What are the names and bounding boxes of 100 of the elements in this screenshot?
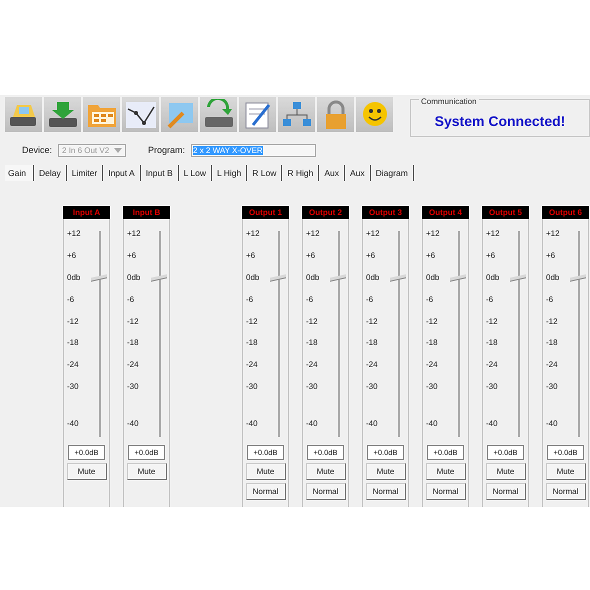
scale-label: -12 xyxy=(366,316,379,328)
mute-button[interactable]: Mute xyxy=(426,463,466,480)
scale-label: -40 xyxy=(546,419,559,430)
scale-label: +6 xyxy=(366,250,376,262)
scale-label: -6 xyxy=(486,294,494,306)
device-label: Device: xyxy=(22,145,52,155)
scale-label: 0db xyxy=(546,272,560,284)
tab[interactable]: Input B xyxy=(140,165,179,181)
scale-label: -18 xyxy=(486,338,499,350)
scale-label: +12 xyxy=(127,229,142,240)
scale-label: 0db xyxy=(366,272,380,284)
scale-label: -12 xyxy=(246,316,259,328)
channel-header: Output 4 xyxy=(422,206,469,219)
scale-label: -6 xyxy=(127,294,136,306)
mute-button[interactable]: Mute xyxy=(246,463,286,480)
mute-button[interactable]: Mute xyxy=(366,463,406,480)
scale-label: +12 xyxy=(246,229,261,240)
scale-label: -40 xyxy=(306,419,319,430)
mute-button[interactable]: Mute xyxy=(546,463,586,480)
tab[interactable]: Gain xyxy=(5,165,34,181)
tab[interactable]: Input A xyxy=(103,165,141,181)
scale-label: 0db xyxy=(426,272,440,284)
scale-label: -30 xyxy=(306,382,319,394)
scale-label: -30 xyxy=(127,382,140,394)
group-title: Communication xyxy=(419,97,479,106)
scale-label: -40 xyxy=(366,419,379,430)
mute-button[interactable]: Mute xyxy=(66,463,106,480)
channel-header: Output 5 xyxy=(482,206,529,219)
tab[interactable]: Limiter xyxy=(66,165,104,181)
fader-thumb[interactable] xyxy=(270,274,286,282)
scale-label: -6 xyxy=(67,294,76,306)
scale-label: -6 xyxy=(546,294,554,306)
connection-status: System Connected! xyxy=(434,113,566,129)
scale-label: -18 xyxy=(127,338,140,350)
scale-label: -30 xyxy=(67,382,80,394)
tab[interactable]: Diagram xyxy=(370,165,414,181)
folder-drive-icon[interactable] xyxy=(5,97,42,132)
tab[interactable]: L High xyxy=(212,165,248,181)
scale-label: +6 xyxy=(127,250,138,262)
fader-thumb[interactable] xyxy=(330,274,346,282)
program-label: Program: xyxy=(148,145,186,155)
tab[interactable]: Aux xyxy=(345,165,371,181)
channel-header: Output 1 xyxy=(242,206,289,219)
scale-label: +6 xyxy=(246,250,256,262)
scale-label: -18 xyxy=(246,338,259,350)
tab[interactable]: R Low xyxy=(247,165,282,181)
scale-label: +12 xyxy=(67,229,82,240)
fader-thumb[interactable] xyxy=(390,274,406,282)
smiley-icon[interactable] xyxy=(356,97,393,132)
scale-label: -30 xyxy=(366,382,379,394)
scale-label: -30 xyxy=(426,382,439,394)
scale-label: -40 xyxy=(246,419,259,430)
mode-button[interactable]: Normal xyxy=(306,483,346,500)
mode-button[interactable]: Normal xyxy=(246,483,286,500)
scale-label: -18 xyxy=(306,338,319,350)
scale-label: -24 xyxy=(426,360,439,372)
fader-thumb[interactable] xyxy=(510,274,526,282)
scale-label: 0db xyxy=(246,272,260,284)
network-icon[interactable] xyxy=(278,97,315,132)
mute-button[interactable]: Mute xyxy=(126,463,166,480)
scale-label: -40 xyxy=(67,419,80,430)
scale-label: -18 xyxy=(366,338,379,350)
scale-label: -18 xyxy=(426,338,439,350)
scale-label: +12 xyxy=(486,229,501,240)
mode-button[interactable]: Normal xyxy=(366,483,406,500)
scale-label: -6 xyxy=(426,294,434,306)
mute-button[interactable]: Mute xyxy=(486,463,526,480)
scale-label: -30 xyxy=(546,382,559,394)
fader-thumb[interactable] xyxy=(91,274,107,282)
scale-label: -12 xyxy=(67,316,80,328)
tab[interactable]: R High xyxy=(282,165,320,181)
scale-label: +12 xyxy=(366,229,381,240)
scale-label: -24 xyxy=(246,360,259,372)
scale-label: -24 xyxy=(366,360,379,372)
scale-label: -12 xyxy=(306,316,319,328)
channel-header: Input A xyxy=(63,206,110,219)
scale-label: -18 xyxy=(546,338,559,350)
scale-label: -30 xyxy=(486,382,499,394)
fader-thumb[interactable] xyxy=(151,274,167,282)
mode-button[interactable]: Normal xyxy=(486,483,526,500)
scale-label: -12 xyxy=(486,316,499,328)
scale-label: +12 xyxy=(306,229,321,240)
tab[interactable]: Delay xyxy=(34,165,67,181)
fader-thumb[interactable] xyxy=(570,274,586,282)
scale-label: -24 xyxy=(306,360,319,372)
curve-editor-icon[interactable] xyxy=(122,97,159,132)
scale-label: -18 xyxy=(67,338,80,350)
scale-label: -40 xyxy=(127,419,140,430)
channel-header: Output 3 xyxy=(362,206,409,219)
scale-label: -6 xyxy=(306,294,314,306)
notepad-pencil-icon[interactable] xyxy=(239,97,276,132)
mode-button[interactable]: Normal xyxy=(546,483,586,500)
scale-label: +6 xyxy=(426,250,436,262)
scale-label: -24 xyxy=(127,360,140,372)
mute-button[interactable]: Mute xyxy=(306,463,346,480)
fader-thumb[interactable] xyxy=(450,274,466,282)
tab[interactable]: L Low xyxy=(178,165,212,181)
mode-button[interactable]: Normal xyxy=(426,483,466,500)
tab[interactable]: Aux xyxy=(319,165,345,181)
scale-label: 0db xyxy=(67,272,82,284)
